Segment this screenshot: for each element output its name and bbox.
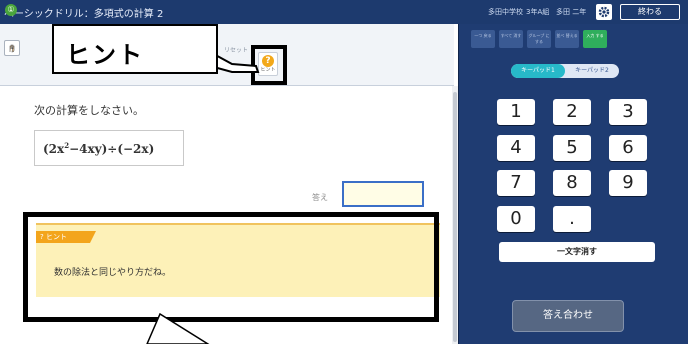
- undo-tab[interactable]: 一つ 戻る: [471, 30, 495, 48]
- key-3[interactable]: 3: [609, 99, 647, 125]
- key-2[interactable]: 2: [553, 99, 591, 125]
- key-0[interactable]: 0: [497, 206, 535, 232]
- delete-char-button[interactable]: 一文字消す: [499, 242, 655, 262]
- key-7[interactable]: 7: [497, 170, 535, 196]
- input-tab[interactable]: 入力 する: [583, 30, 607, 48]
- keypad-2-tab[interactable]: キーパッド2: [565, 64, 619, 78]
- submit-answer-button[interactable]: 答え合わせ: [512, 300, 624, 332]
- keypad-1-tab[interactable]: キーパッド1: [511, 64, 565, 78]
- key-8[interactable]: 8: [553, 170, 591, 196]
- key-decimal[interactable]: .: [553, 206, 591, 232]
- key-9[interactable]: 9: [609, 170, 647, 196]
- key-1[interactable]: 1: [497, 99, 535, 125]
- reorder-tab[interactable]: 並べ 替える: [555, 30, 579, 48]
- scrollbar-thumb[interactable]: [453, 92, 457, 342]
- group-tab[interactable]: グループ にする: [527, 30, 551, 48]
- clear-all-tab[interactable]: すべて 消す: [499, 30, 523, 48]
- key-4[interactable]: 4: [497, 135, 535, 161]
- keypad-panel: 一つ 戻る すべて 消す グループ にする 並べ 替える 入力 する キーパッド…: [458, 24, 688, 344]
- key-5[interactable]: 5: [553, 135, 591, 161]
- key-6[interactable]: 6: [609, 135, 647, 161]
